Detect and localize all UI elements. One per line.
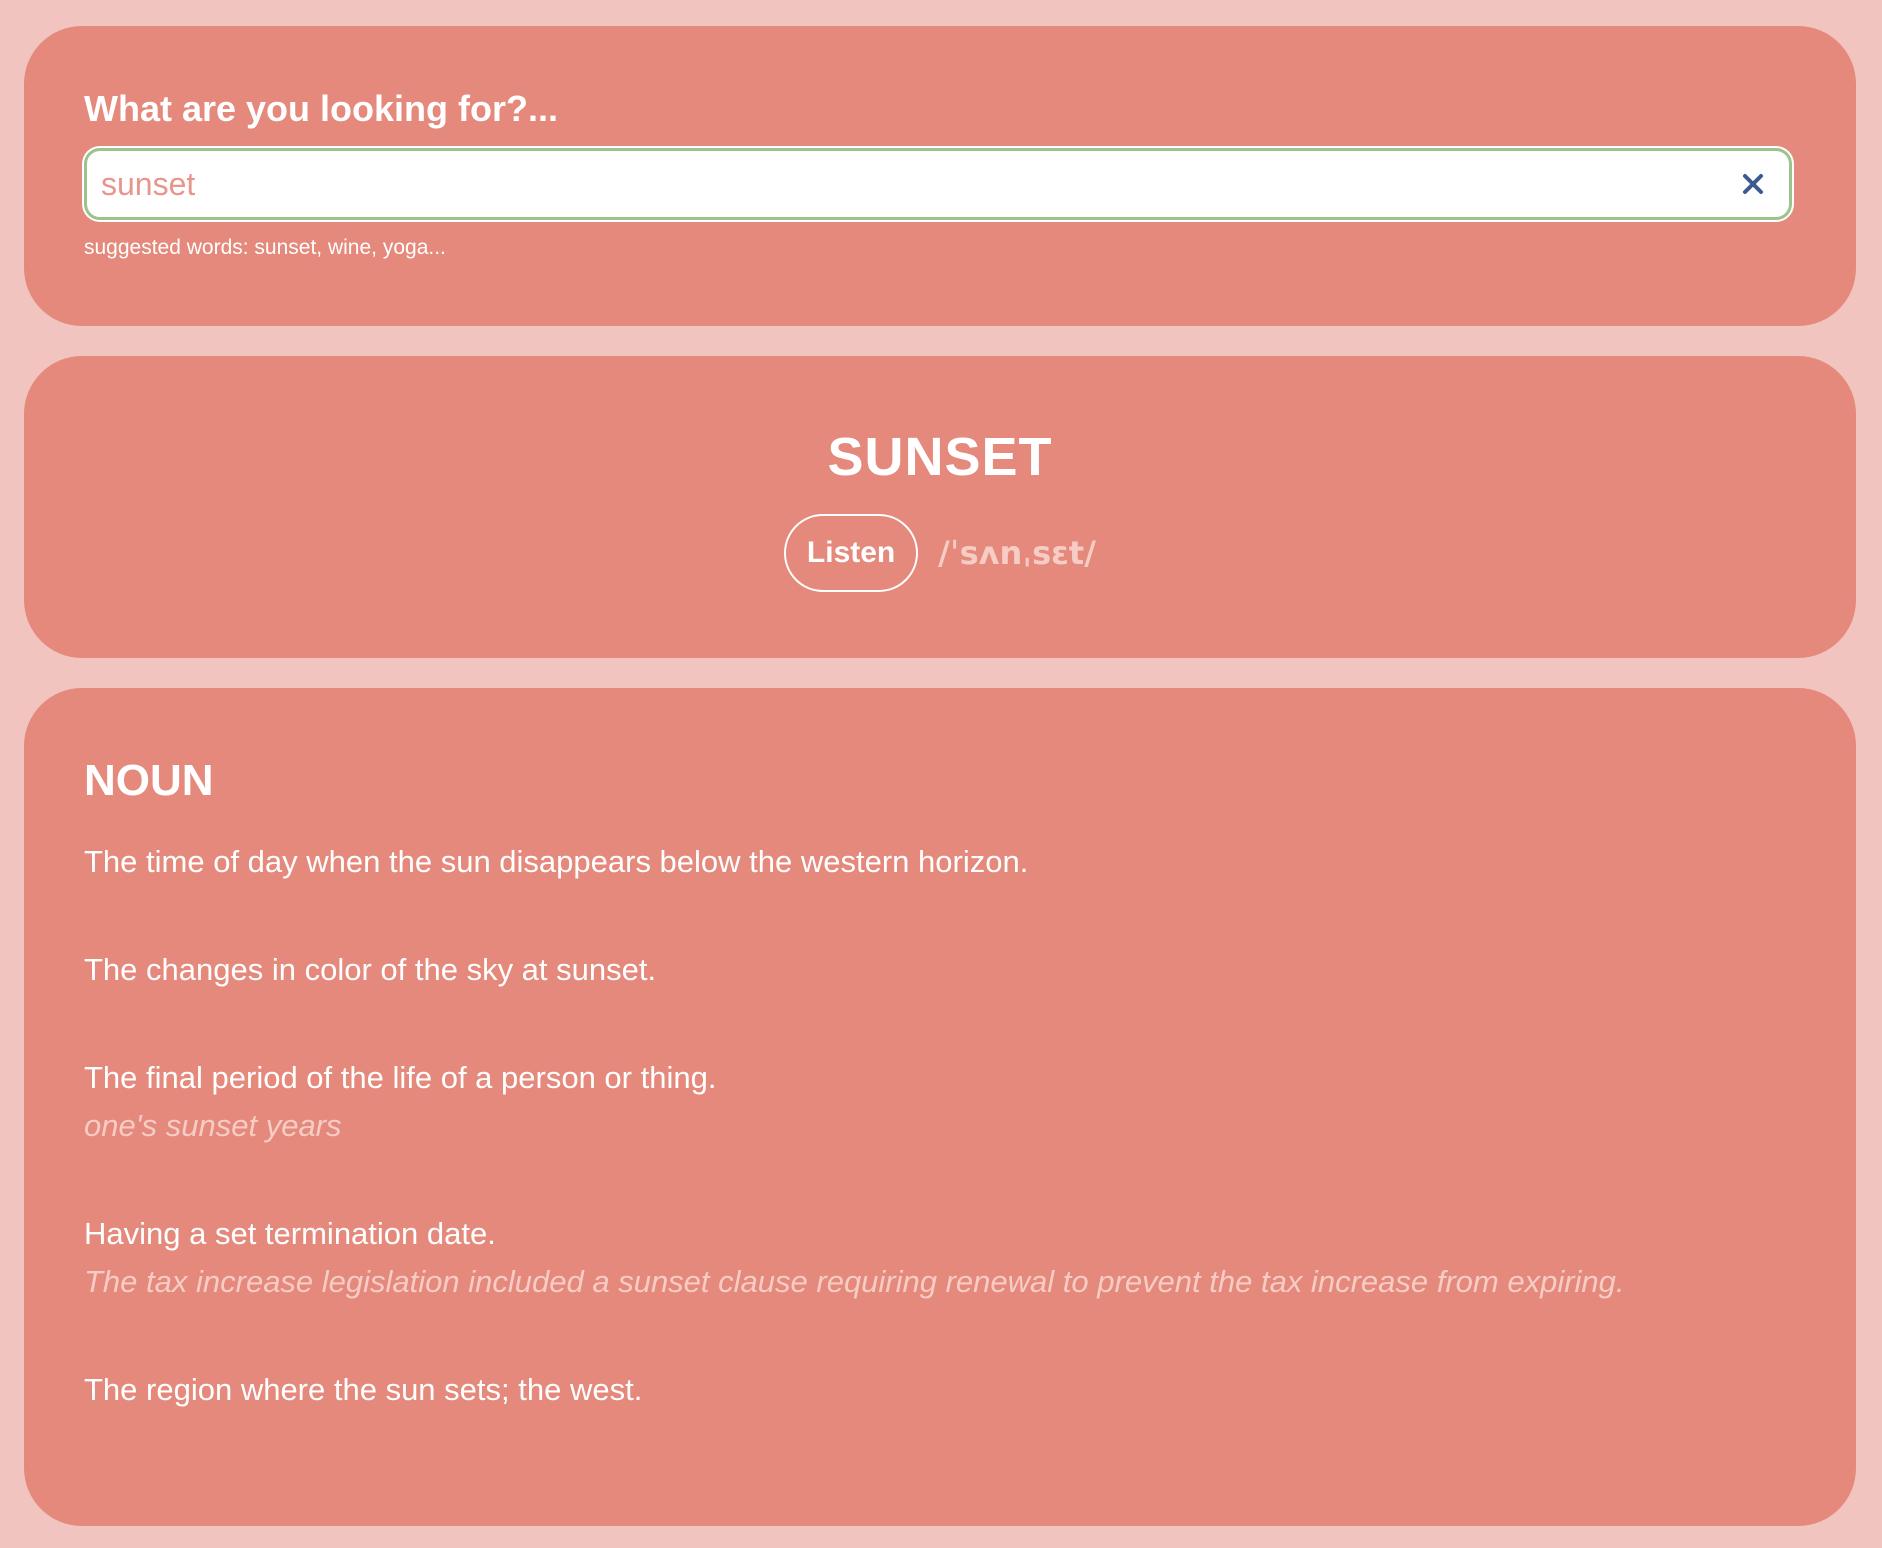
definition-text: Having a set termination date.: [84, 1216, 496, 1251]
word-title: SUNSET: [827, 427, 1053, 487]
definition-item: The region where the sun sets; the west.: [84, 1366, 1804, 1414]
definition-text: The time of day when the sun disappears …: [84, 844, 1029, 879]
definition-text: The changes in color of the sky at sunse…: [84, 952, 657, 987]
part-of-speech: NOUN: [84, 756, 214, 805]
listen-button[interactable]: Listen: [784, 514, 919, 592]
definition-example: The tax increase legislation included a …: [84, 1264, 1625, 1299]
word-card: SUNSET Listen /ˈsʌnˌsɛt/: [24, 356, 1856, 658]
definition-item: Having a set termination date. The tax i…: [84, 1210, 1804, 1306]
phonetic-text: /ˈsʌnˌsɛt/: [938, 534, 1096, 572]
clear-search-button[interactable]: [1731, 162, 1775, 206]
pronunciation-row: Listen /ˈsʌnˌsɛt/: [24, 514, 1856, 592]
definition-item: The final period of the life of a person…: [84, 1054, 1804, 1150]
definitions-card: NOUN The time of day when the sun disapp…: [24, 688, 1856, 1526]
search-card: What are you looking for?... suggested w…: [24, 26, 1856, 326]
suggested-words: suggested words: sunset, wine, yoga...: [84, 236, 446, 259]
close-icon: [1743, 174, 1763, 194]
search-box[interactable]: [84, 148, 1792, 220]
definition-item: The changes in color of the sky at sunse…: [84, 946, 1804, 994]
definition-list: The time of day when the sun disappears …: [84, 838, 1804, 1474]
definition-item: The time of day when the sun disappears …: [84, 838, 1804, 886]
search-label: What are you looking for?...: [84, 88, 559, 129]
search-input[interactable]: [101, 151, 1701, 217]
definition-text: The region where the sun sets; the west.: [84, 1372, 643, 1407]
definition-text: The final period of the life of a person…: [84, 1060, 717, 1095]
definition-example: one's sunset years: [84, 1108, 342, 1143]
